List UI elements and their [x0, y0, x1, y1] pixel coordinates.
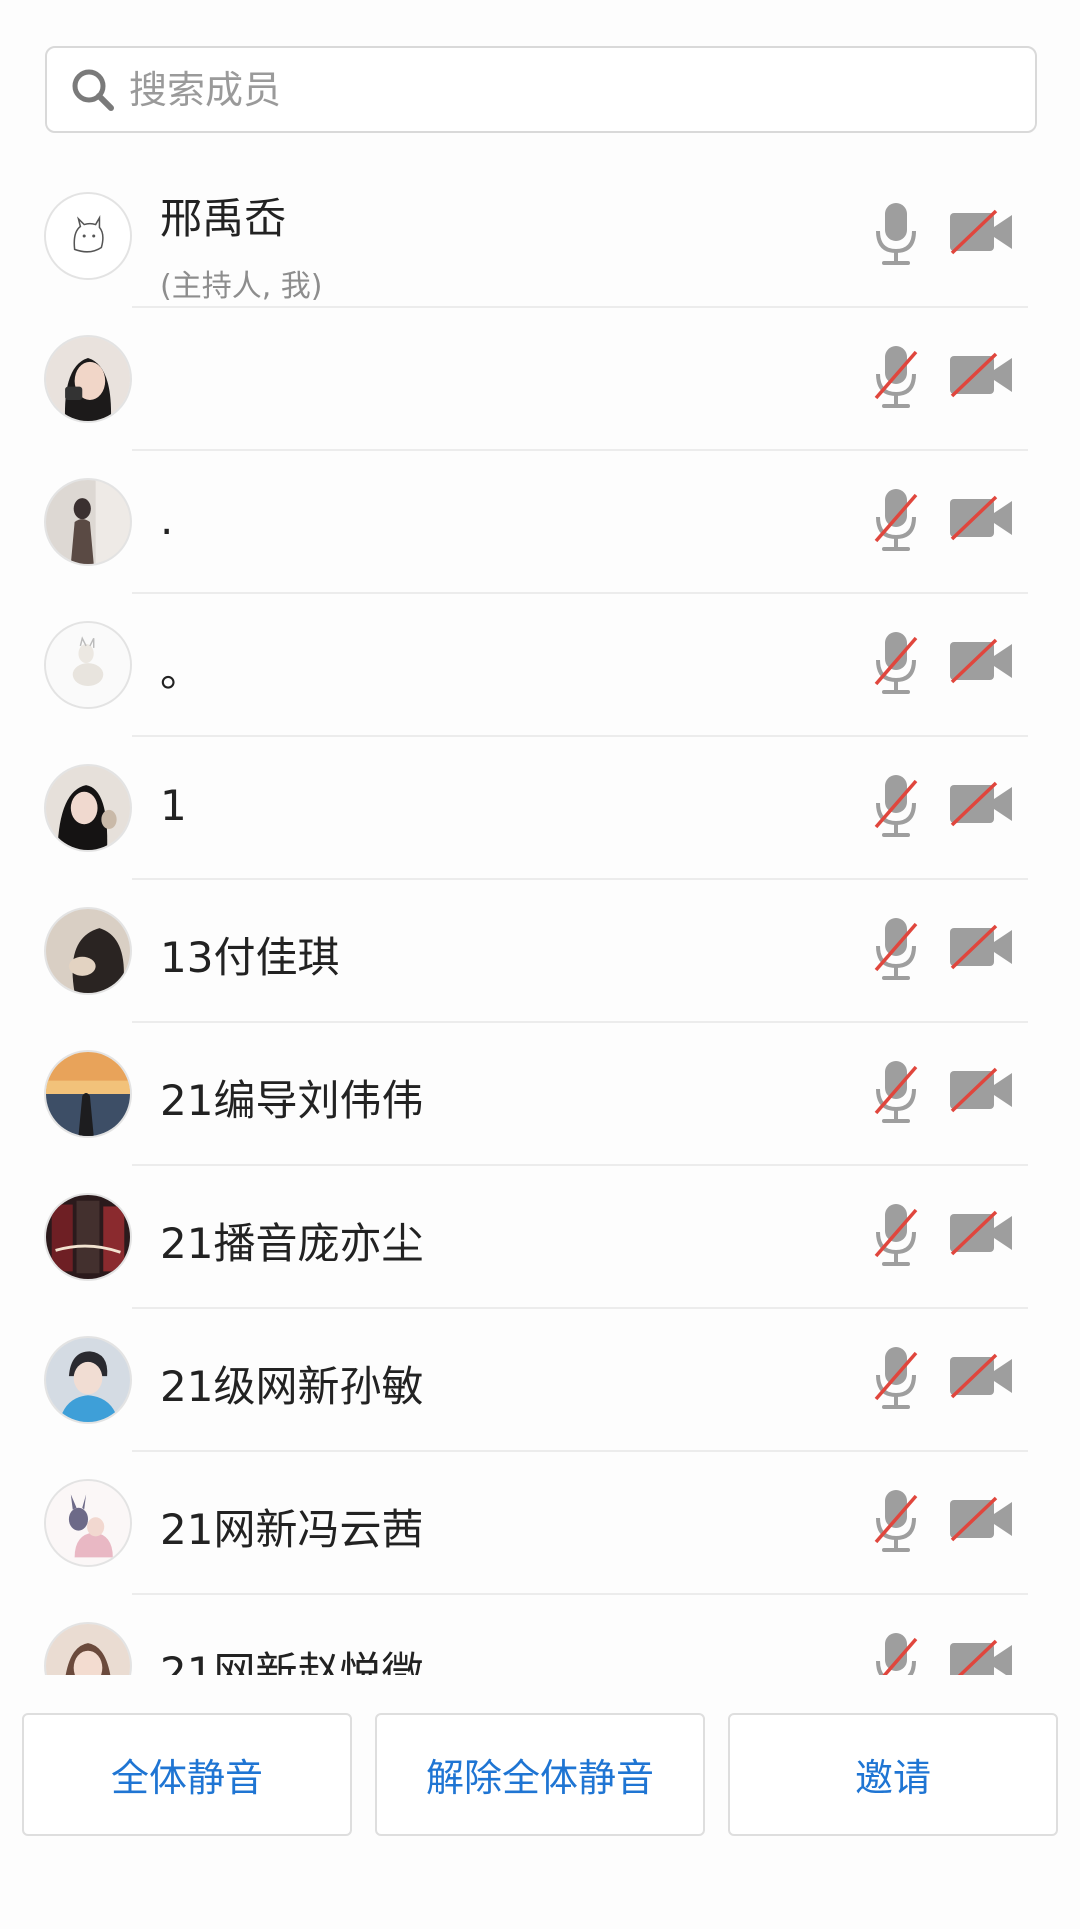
avatar	[44, 621, 132, 709]
avatar	[44, 335, 132, 423]
member-row[interactable]: 。	[0, 594, 1080, 737]
avatar	[44, 1622, 132, 1675]
member-row[interactable]: 1	[0, 737, 1080, 880]
avatar	[44, 1050, 132, 1138]
avatar	[44, 1479, 132, 1567]
camera-off-icon[interactable]	[948, 1065, 1014, 1115]
microphone-off-icon[interactable]	[872, 1345, 920, 1411]
camera-off-icon[interactable]	[948, 1208, 1014, 1258]
participants-page: 邢禹岙 (主持人, 我)	[0, 0, 1080, 1929]
microphone-off-icon[interactable]	[872, 630, 920, 696]
microphone-off-icon[interactable]	[872, 1059, 920, 1125]
member-name: 邢禹岙	[160, 194, 287, 243]
microphone-off-icon[interactable]	[872, 1488, 920, 1554]
member-name: 。	[160, 647, 203, 696]
camera-off-icon[interactable]	[948, 1494, 1014, 1544]
member-row[interactable]: 21播音庞亦尘	[0, 1166, 1080, 1309]
invite-button[interactable]: 邀请	[728, 1713, 1058, 1836]
member-name: 21网新冯云茜	[160, 1505, 424, 1554]
unmute-all-button[interactable]: 解除全体静音	[375, 1713, 705, 1836]
member-name: 13付佳琪	[160, 933, 340, 982]
microphone-off-icon[interactable]	[872, 344, 920, 410]
member-row[interactable]: 邢禹岙 (主持人, 我)	[0, 165, 1080, 308]
camera-off-icon[interactable]	[948, 1637, 1014, 1675]
member-row[interactable]: .	[0, 451, 1080, 594]
search-input[interactable]	[129, 67, 929, 112]
microphone-off-icon[interactable]	[872, 487, 920, 553]
member-name: 21播音庞亦尘	[160, 1219, 424, 1268]
search-bar[interactable]	[45, 46, 1037, 133]
microphone-icon[interactable]	[872, 201, 920, 267]
camera-off-icon[interactable]	[948, 1351, 1014, 1401]
action-bar: 全体静音 解除全体静音 邀请	[22, 1713, 1058, 1836]
search-icon	[72, 69, 114, 111]
camera-off-icon[interactable]	[948, 350, 1014, 400]
member-name: 21级网新孙敏	[160, 1362, 424, 1411]
member-row[interactable]: 21编导刘伟伟	[0, 1023, 1080, 1166]
member-name: 1	[160, 781, 187, 830]
camera-off-icon[interactable]	[948, 779, 1014, 829]
avatar	[44, 478, 132, 566]
member-row[interactable]	[0, 308, 1080, 451]
avatar	[44, 192, 132, 280]
mute-all-button[interactable]: 全体静音	[22, 1713, 352, 1836]
member-row[interactable]: 13付佳琪	[0, 880, 1080, 1023]
camera-off-icon[interactable]	[948, 493, 1014, 543]
microphone-off-icon[interactable]	[872, 1631, 920, 1675]
avatar	[44, 1193, 132, 1281]
member-role: (主持人, 我)	[160, 269, 323, 304]
camera-off-icon[interactable]	[948, 636, 1014, 686]
member-row[interactable]: 21级网新孙敏	[0, 1309, 1080, 1452]
member-name: .	[160, 495, 174, 544]
member-row[interactable]: 21网新赵悦微	[0, 1595, 1080, 1675]
member-name: 21编导刘伟伟	[160, 1076, 424, 1125]
member-name: 21网新赵悦微	[160, 1648, 424, 1675]
member-list[interactable]: 邢禹岙 (主持人, 我) . 。 1 13付佳琪 21编导刘伟伟 21播音庞亦尘…	[0, 165, 1080, 1675]
microphone-off-icon[interactable]	[872, 916, 920, 982]
microphone-off-icon[interactable]	[872, 1202, 920, 1268]
avatar	[44, 1336, 132, 1424]
camera-off-icon[interactable]	[948, 922, 1014, 972]
avatar	[44, 764, 132, 852]
member-row[interactable]: 21网新冯云茜	[0, 1452, 1080, 1595]
camera-off-icon[interactable]	[948, 207, 1014, 257]
microphone-off-icon[interactable]	[872, 773, 920, 839]
avatar	[44, 907, 132, 995]
